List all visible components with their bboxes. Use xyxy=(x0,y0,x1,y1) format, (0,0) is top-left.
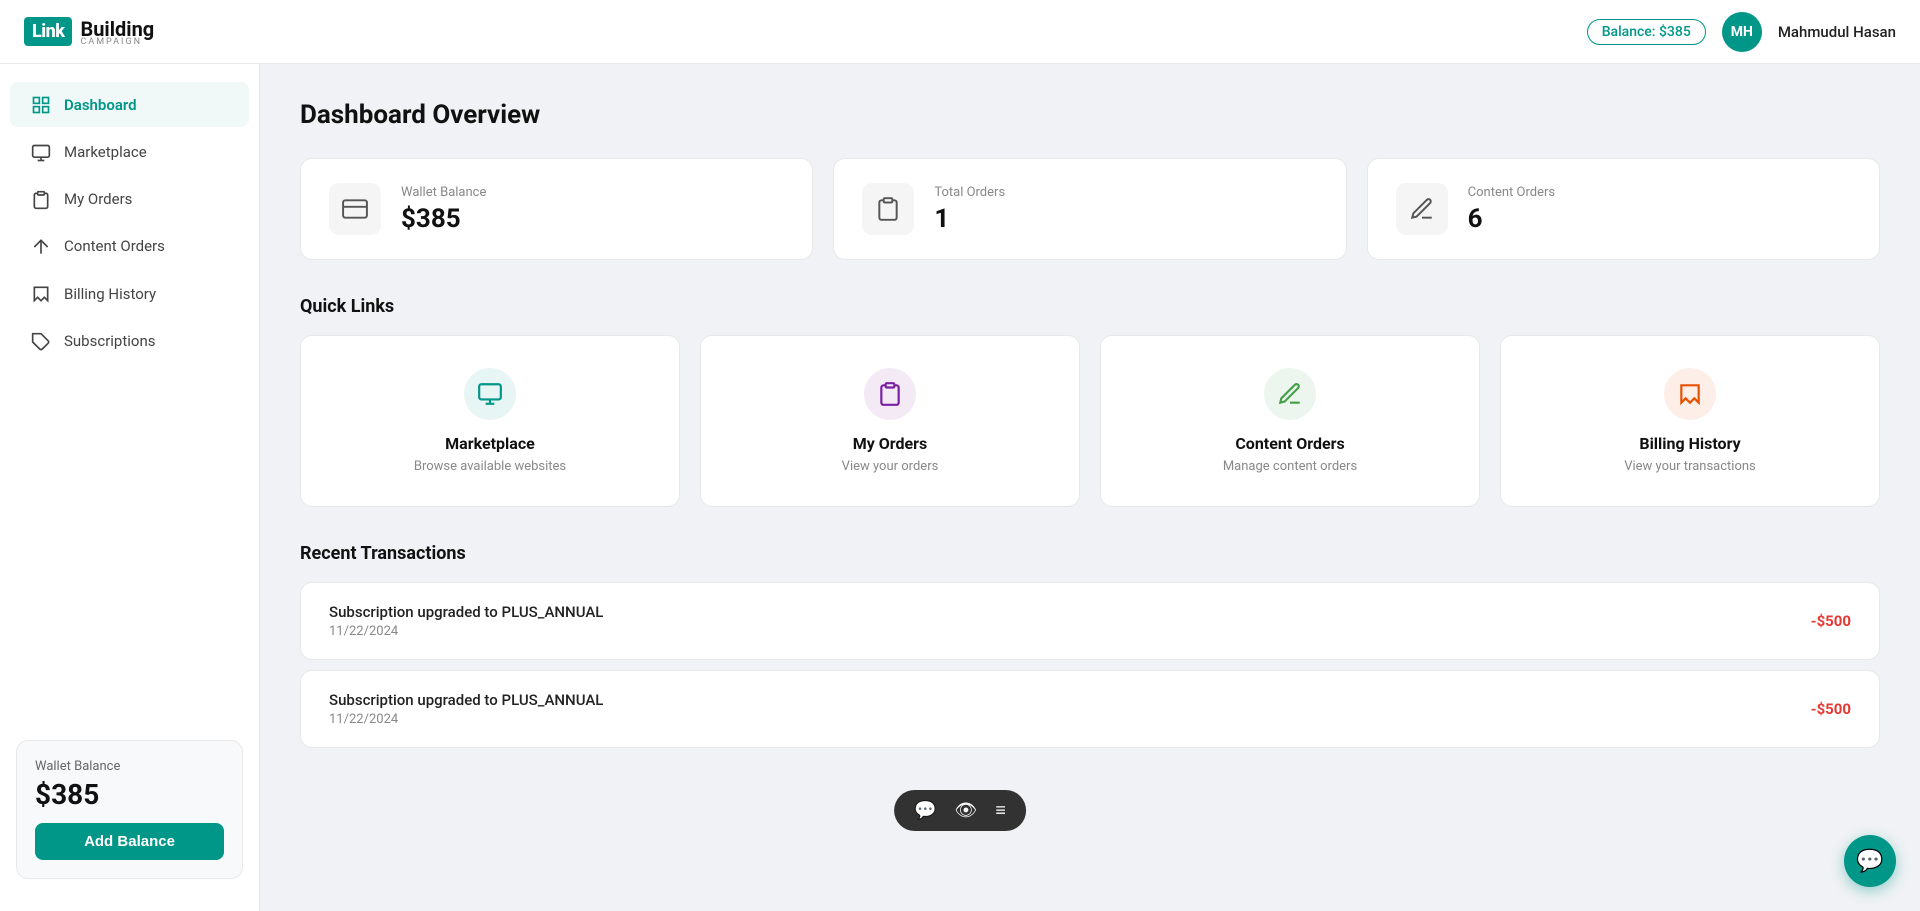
logo: Link Building CAMPAIGN xyxy=(24,17,154,47)
stat-value: 6 xyxy=(1468,204,1555,234)
tx-amount: -$500 xyxy=(1811,700,1851,718)
sidebar-item-label: Marketplace xyxy=(64,143,147,161)
transactions-title: Recent Transactions xyxy=(300,543,1880,564)
sidebar-item-my-orders[interactable]: My Orders xyxy=(10,177,249,222)
sidebar-item-dashboard[interactable]: Dashboard xyxy=(10,82,249,127)
quick-link-my-orders[interactable]: My Orders View your orders xyxy=(700,335,1080,507)
stat-card-wallet: Wallet Balance $385 xyxy=(300,158,813,260)
sidebar-item-label: Subscriptions xyxy=(64,332,155,350)
ql-title: Billing History xyxy=(1639,434,1740,453)
sidebar-item-label: Billing History xyxy=(64,285,156,303)
sidebar-item-label: Content Orders xyxy=(64,237,165,255)
pen-stat-icon xyxy=(1396,183,1448,235)
stats-row: Wallet Balance $385 Total Orders 1 Conte… xyxy=(300,158,1880,260)
sidebar-item-label: Dashboard xyxy=(64,96,137,114)
tx-date: 11/22/2024 xyxy=(329,624,603,639)
sidebar-item-subscriptions[interactable]: Subscriptions xyxy=(10,318,249,363)
layout: Dashboard Marketplace My Orders Content Ord… xyxy=(0,64,1920,911)
transactions-list: Subscription upgraded to PLUS_ANNUAL 11/… xyxy=(300,582,1880,748)
orders-stat-icon xyxy=(862,183,914,235)
ql-subtitle: View your transactions xyxy=(1624,459,1756,474)
stat-value: $385 xyxy=(401,204,486,234)
chat-icon[interactable]: 💬 xyxy=(914,800,936,821)
monitor-ql-icon xyxy=(464,368,516,420)
header-right: Balance: $385 MH Mahmudul Hasan xyxy=(1587,12,1896,52)
sidebar: Dashboard Marketplace My Orders Content Ord… xyxy=(0,64,260,911)
menu-icon[interactable]: ≡ xyxy=(995,800,1006,821)
transaction-row: Subscription upgraded to PLUS_ANNUAL 11/… xyxy=(300,670,1880,748)
eye-icon[interactable]: 👁 xyxy=(955,800,978,821)
avatar[interactable]: MH xyxy=(1722,12,1762,52)
receipt-icon xyxy=(30,283,52,304)
sidebar-bottom: Wallet Balance $385 Add Balance xyxy=(0,724,259,895)
transaction-row: Subscription upgraded to PLUS_ANNUAL 11/… xyxy=(300,582,1880,660)
page-title: Dashboard Overview xyxy=(300,100,1880,130)
stat-value: 1 xyxy=(934,204,1005,234)
quick-link-marketplace[interactable]: Marketplace Browse available websites xyxy=(300,335,680,507)
pen-icon xyxy=(30,236,52,257)
stat-label: Wallet Balance xyxy=(401,185,486,200)
tx-amount: -$500 xyxy=(1811,612,1851,630)
sidebar-item-label: My Orders xyxy=(64,190,132,208)
sidebar-item-content-orders[interactable]: Content Orders xyxy=(10,224,249,269)
tx-title: Subscription upgraded to PLUS_ANNUAL xyxy=(329,691,603,709)
header: Link Building CAMPAIGN Balance: $385 MH … xyxy=(0,0,1920,64)
quick-link-content-orders[interactable]: Content Orders Manage content orders xyxy=(1100,335,1480,507)
pen-ql-icon xyxy=(1264,368,1316,420)
stat-card-pen: Content Orders 6 xyxy=(1367,158,1880,260)
quick-links-row: Marketplace Browse available websites My… xyxy=(300,335,1880,507)
ql-title: My Orders xyxy=(853,434,928,453)
quick-link-billing-history[interactable]: Billing History View your transactions xyxy=(1500,335,1880,507)
ql-title: Content Orders xyxy=(1235,434,1344,453)
monitor-icon xyxy=(30,141,52,162)
balance-badge: Balance: $385 xyxy=(1587,19,1706,45)
wallet-card: Wallet Balance $385 Add Balance xyxy=(16,740,243,879)
logo-link-text: Link xyxy=(24,17,72,46)
sidebar-item-marketplace[interactable]: Marketplace xyxy=(10,129,249,174)
tag-icon xyxy=(30,330,52,351)
floating-toolbar: 💬 👁 ≡ xyxy=(894,790,1026,831)
clipboard-ql-icon xyxy=(864,368,916,420)
wallet-label: Wallet Balance xyxy=(35,759,224,774)
receipt-ql-icon xyxy=(1664,368,1716,420)
add-balance-button[interactable]: Add Balance xyxy=(35,823,224,860)
grid-icon xyxy=(30,94,52,115)
sidebar-nav: Dashboard Marketplace My Orders Content Ord… xyxy=(0,80,259,366)
stat-label: Content Orders xyxy=(1468,185,1555,200)
ql-title: Marketplace xyxy=(445,434,535,453)
tx-date: 11/22/2024 xyxy=(329,712,603,727)
stat-card-orders: Total Orders 1 xyxy=(833,158,1346,260)
wallet-amount: $385 xyxy=(35,778,224,811)
user-name: Mahmudul Hasan xyxy=(1778,23,1896,41)
ql-subtitle: View your orders xyxy=(842,459,939,474)
sidebar-item-billing-history[interactable]: Billing History xyxy=(10,271,249,316)
tx-title: Subscription upgraded to PLUS_ANNUAL xyxy=(329,603,603,621)
clipboard-icon xyxy=(30,189,52,210)
main-content: Dashboard Overview Wallet Balance $385 T… xyxy=(260,64,1920,911)
stat-label: Total Orders xyxy=(934,185,1005,200)
chat-fab[interactable]: 💬 xyxy=(1844,835,1896,887)
wallet-stat-icon xyxy=(329,183,381,235)
ql-subtitle: Manage content orders xyxy=(1223,459,1357,474)
ql-subtitle: Browse available websites xyxy=(414,459,566,474)
quick-links-title: Quick Links xyxy=(300,296,1880,317)
